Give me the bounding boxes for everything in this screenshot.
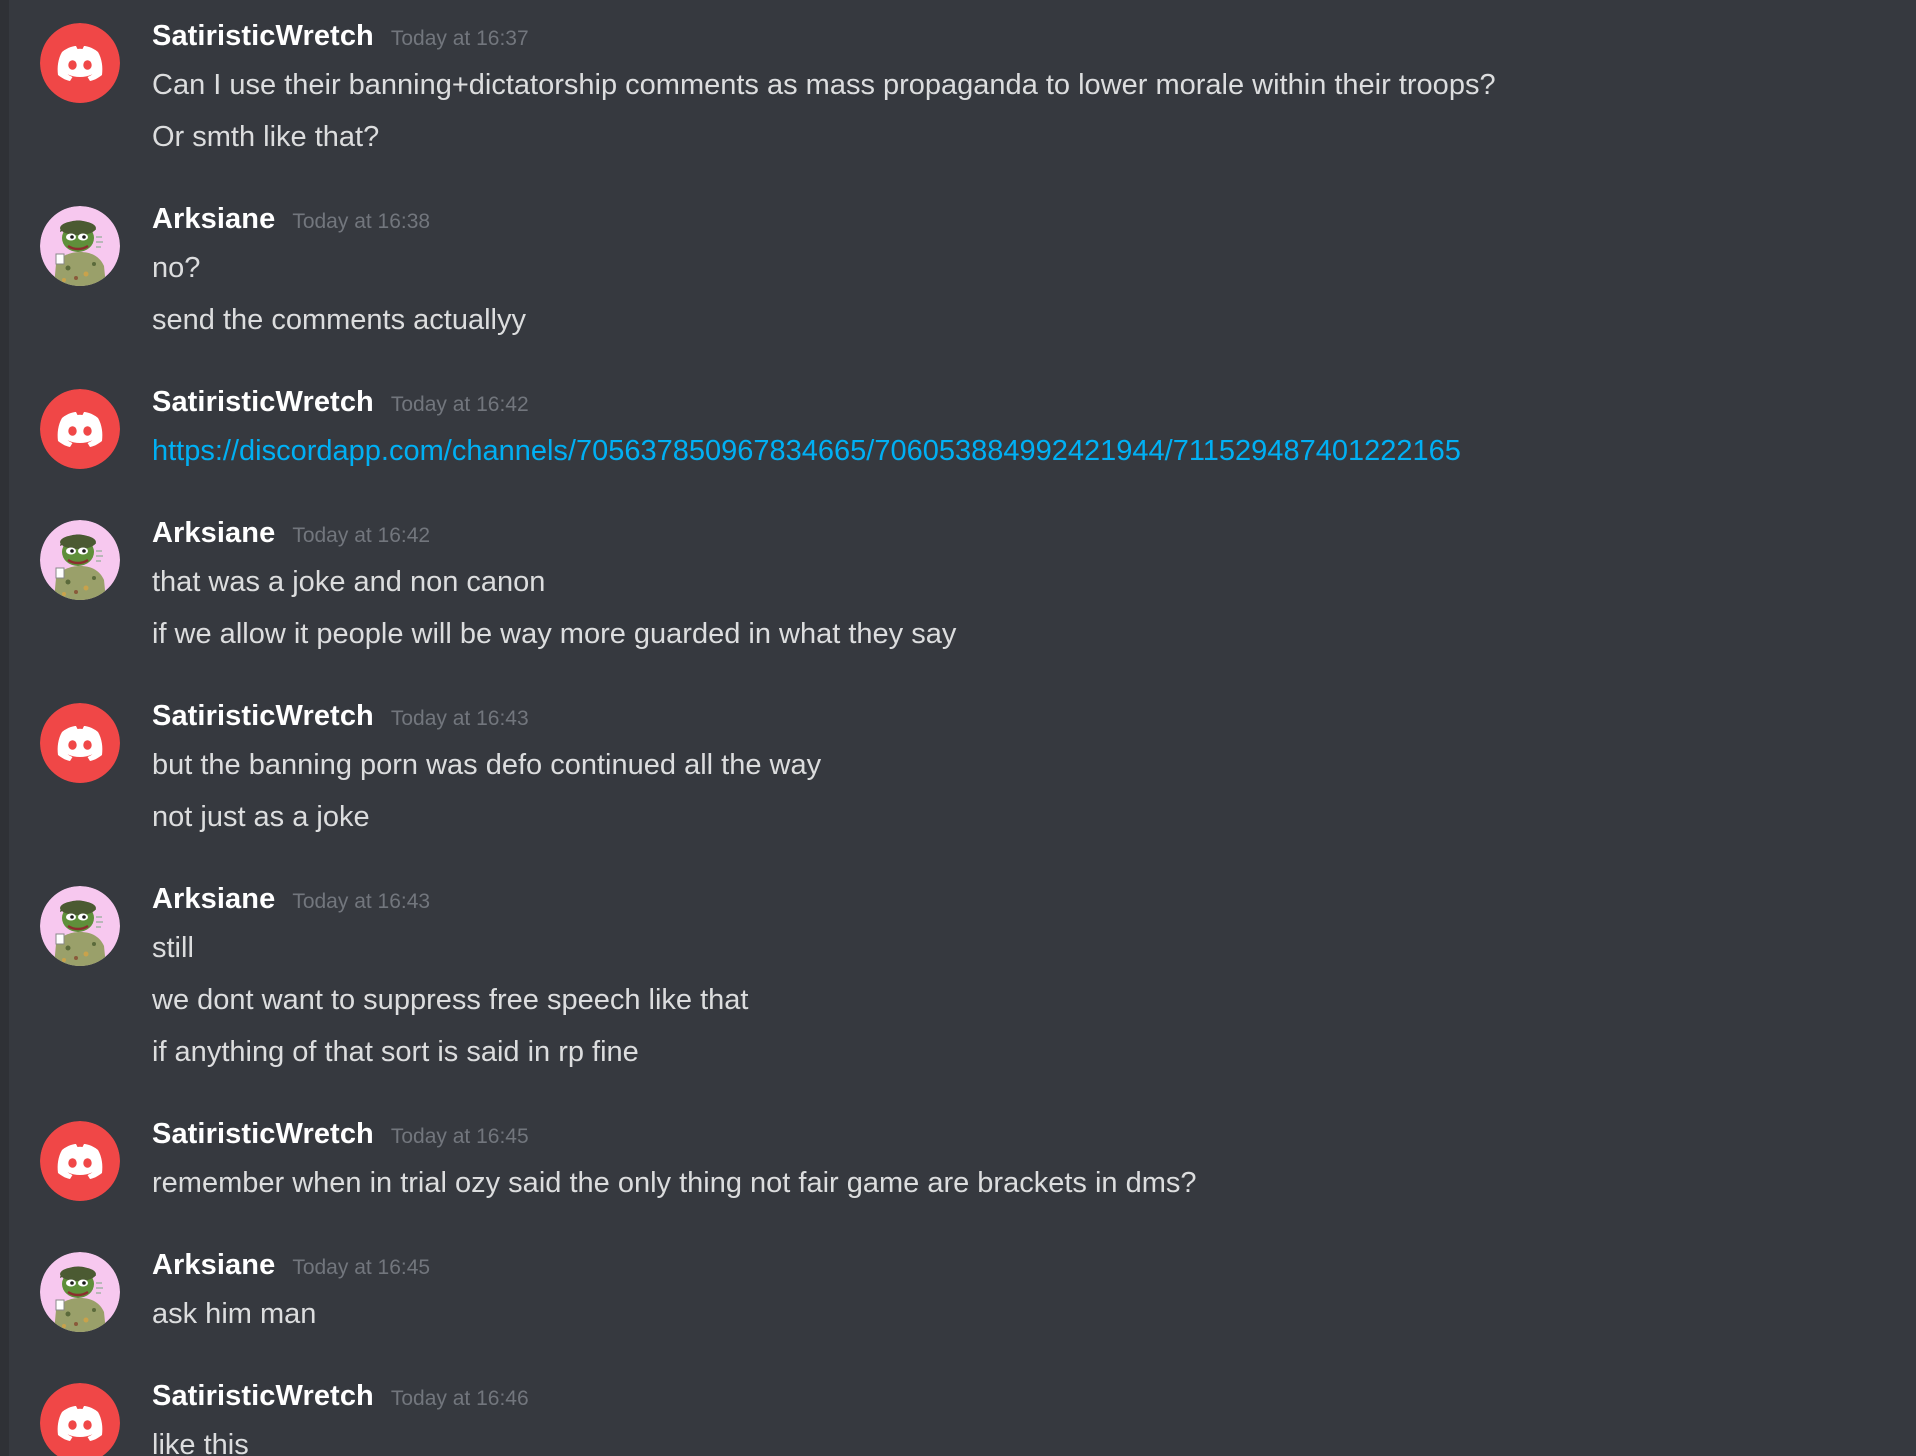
frog-soldier-avatar-icon[interactable]	[40, 1252, 120, 1332]
discord-default-avatar-icon[interactable]	[40, 1383, 120, 1456]
message-header: SatiristicWretch Today at 16:43	[152, 700, 529, 744]
timestamp: Today at 16:46	[390, 1387, 529, 1410]
username[interactable]: Arksiane	[152, 1249, 275, 1282]
message-text: no?	[152, 252, 201, 284]
timestamp: Today at 16:43	[292, 890, 431, 913]
message-group: SatiristicWretch Today at 16:42 https://di…	[0, 366, 1916, 493]
message-group: SatiristicWretch Today at 16:43 but the ba…	[0, 680, 1916, 859]
message-text: if anything of that sort is said in rp f…	[152, 1036, 639, 1068]
discord-default-avatar-icon[interactable]	[40, 703, 120, 783]
timestamp: Today at 16:43	[390, 707, 529, 730]
message-group: Arksiane Today at 16:43 still we dont want …	[0, 863, 1916, 1094]
message-header: Arksiane Today at 16:45	[152, 1249, 430, 1293]
username[interactable]: SatiristicWretch	[152, 700, 374, 733]
message-text: but the banning porn was defo continued …	[152, 749, 822, 781]
discord-default-avatar-icon[interactable]	[40, 23, 120, 103]
message-group: Arksiane Today at 16:45 ask him man	[0, 1229, 1916, 1356]
message-header: SatiristicWretch Today at 16:46	[152, 1380, 529, 1424]
message-group: SatiristicWretch Today at 16:37 Can I use …	[0, 0, 1916, 179]
message-header: SatiristicWretch Today at 16:45	[152, 1118, 529, 1162]
message-text: Or smth like that?	[152, 121, 380, 153]
message-text: like this	[152, 1429, 249, 1456]
message-text: remember when in trial ozy said the only…	[152, 1167, 1197, 1199]
username[interactable]: SatiristicWretch	[152, 1118, 374, 1151]
message-group: SatiristicWretch Today at 16:45 remember w…	[0, 1098, 1916, 1225]
message-text: if we allow it people will be way more g…	[152, 618, 957, 650]
message-group: Arksiane Today at 16:38 no? send the commen…	[0, 183, 1916, 362]
timestamp: Today at 16:45	[292, 1256, 431, 1279]
message-text: still	[152, 932, 194, 964]
message-text: Can I use their banning+dictatorship com…	[152, 69, 1496, 101]
message-text: that was a joke and non canon	[152, 566, 546, 598]
frog-soldier-avatar-icon[interactable]	[40, 206, 120, 286]
timestamp: Today at 16:45	[390, 1125, 529, 1148]
username[interactable]: Arksiane	[152, 203, 275, 236]
frog-soldier-avatar-icon[interactable]	[40, 886, 120, 966]
message-header: Arksiane Today at 16:42	[152, 517, 430, 561]
username[interactable]: SatiristicWretch	[152, 386, 374, 419]
username[interactable]: SatiristicWretch	[152, 1380, 374, 1413]
username[interactable]: SatiristicWretch	[152, 20, 374, 53]
message-text: send the comments actuallyy	[152, 304, 526, 336]
timestamp: Today at 16:38	[292, 210, 431, 233]
discord-default-avatar-icon[interactable]	[40, 1121, 120, 1201]
timestamp: Today at 16:42	[292, 524, 431, 547]
timestamp: Today at 16:37	[390, 27, 529, 50]
message-group: Arksiane Today at 16:42 that was a joke an…	[0, 497, 1916, 676]
message-text: not just as a joke	[152, 801, 370, 833]
message-text: ask him man	[152, 1298, 317, 1330]
discord-default-avatar-icon[interactable]	[40, 389, 120, 469]
message-header: Arksiane Today at 16:43	[152, 883, 430, 927]
message-link[interactable]: https://discordapp.com/channels/70563785…	[152, 431, 1461, 471]
message-header: SatiristicWretch Today at 16:37	[152, 20, 529, 64]
timestamp: Today at 16:42	[390, 393, 529, 416]
message-text: we dont want to suppress free speech lik…	[152, 984, 749, 1016]
message-group: SatiristicWretch Today at 16:46 like this	[0, 1360, 1916, 1456]
username[interactable]: Arksiane	[152, 517, 275, 550]
message-header: Arksiane Today at 16:38	[152, 203, 430, 247]
frog-soldier-avatar-icon[interactable]	[40, 520, 120, 600]
username[interactable]: Arksiane	[152, 883, 275, 916]
message-header: SatiristicWretch Today at 16:42	[152, 386, 529, 430]
